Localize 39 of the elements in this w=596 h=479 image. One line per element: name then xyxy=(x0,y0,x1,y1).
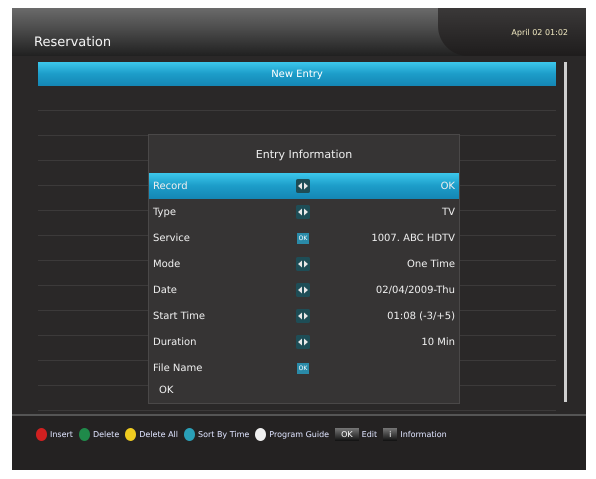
field-row[interactable]: Type TV xyxy=(149,199,459,225)
ok-button[interactable]: OK xyxy=(149,381,184,400)
remote-key: i xyxy=(383,428,398,441)
field-value: OK xyxy=(440,180,455,192)
clock-text: April 02 01:02 xyxy=(511,28,568,36)
field-value: 01:08 (-3/+5) xyxy=(387,310,455,322)
legend-label: Insert xyxy=(50,430,73,439)
field-row[interactable]: Mode One Time xyxy=(149,251,459,277)
field-row[interactable]: Start Time 01:08 (-3/+5) xyxy=(149,303,459,329)
dialog-title: Entry Information xyxy=(254,146,354,162)
field-label: File Name xyxy=(153,362,204,374)
left-right-arrows-icon xyxy=(296,335,310,349)
field-value: 10 Min xyxy=(421,336,455,348)
remote-key: OK xyxy=(335,428,359,441)
field-label: Record xyxy=(153,180,189,192)
field-value: One Time xyxy=(406,258,455,270)
left-right-arrows-icon xyxy=(296,309,310,323)
field-row[interactable]: Date 02/04/2009-Thu xyxy=(149,277,459,303)
legend-label: Sort By Time xyxy=(198,430,250,439)
left-right-arrows-icon xyxy=(296,179,310,193)
field-value: 1007. ABC HDTV xyxy=(371,232,455,244)
legend-label: Delete All xyxy=(139,430,178,439)
field-row[interactable]: Duration 10 Min xyxy=(149,329,459,355)
field-label: Mode xyxy=(153,258,182,270)
field-label: Service xyxy=(153,232,191,244)
left-right-arrows-icon xyxy=(296,283,310,297)
legend-label: Delete xyxy=(92,430,120,439)
field-value: 02/04/2009-Thu xyxy=(376,284,455,296)
screen-title: Reservation xyxy=(33,35,112,52)
field-label: Date xyxy=(153,284,178,296)
legend-label: Edit xyxy=(362,430,378,439)
legend-label: Information xyxy=(400,430,447,439)
left-right-arrows-icon xyxy=(296,257,310,271)
legend-label: Program Guide xyxy=(269,430,330,439)
left-right-arrows-icon xyxy=(296,205,310,219)
field-label: Start Time xyxy=(153,310,206,322)
field-value: TV xyxy=(442,206,455,218)
field-label: Duration xyxy=(153,336,198,348)
field-label: Type xyxy=(153,206,177,218)
